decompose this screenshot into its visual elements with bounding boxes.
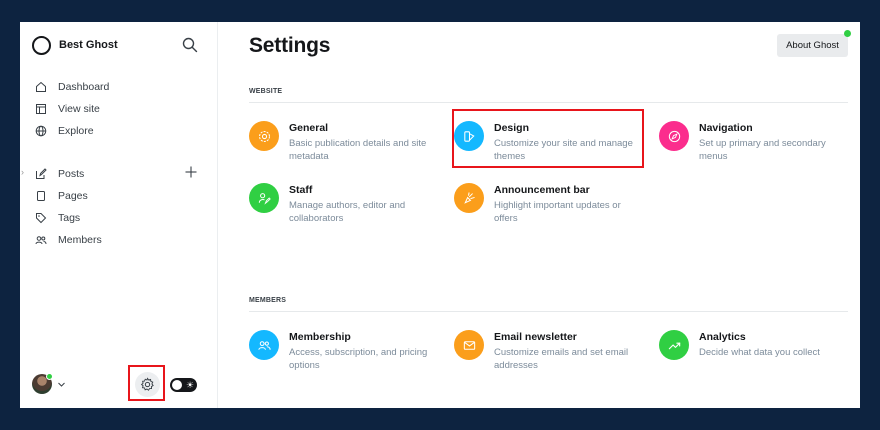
- tile-description: Set up primary and secondary menus: [699, 138, 826, 162]
- sidebar: Best Ghost Dashboard View site Explore ›…: [20, 22, 218, 408]
- page-icon: [37, 191, 45, 201]
- settings-tile-announcement-bar[interactable]: Announcement bar Highlight important upd…: [454, 183, 644, 225]
- compass-icon: [659, 121, 689, 151]
- tag-icon: [36, 213, 47, 224]
- settings-tile-analytics[interactable]: Analytics Decide what data you collect: [659, 330, 849, 360]
- settings-tile-general[interactable]: General Basic publication details and si…: [249, 121, 439, 163]
- settings-tile-membership[interactable]: Membership Access, subscription, and pri…: [249, 330, 439, 372]
- tile-title: Email newsletter: [494, 331, 577, 343]
- pencil-icon: [36, 168, 47, 179]
- settings-tile-navigation[interactable]: Navigation Set up primary and secondary …: [659, 121, 849, 163]
- section-divider: [249, 102, 848, 103]
- staff-icon: [249, 183, 279, 213]
- site-logo-icon: [32, 35, 51, 55]
- about-ghost-button[interactable]: About Ghost: [777, 34, 848, 57]
- tile-description: Customize emails and set email addresses: [494, 347, 629, 371]
- tile-title: Navigation: [699, 122, 753, 134]
- user-menu[interactable]: [32, 373, 66, 394]
- search-icon[interactable]: [181, 36, 199, 54]
- tile-title: Announcement bar: [494, 184, 590, 196]
- design-highlight-box: [452, 109, 644, 168]
- tile-title: Analytics: [699, 331, 746, 343]
- globe-icon: [35, 125, 47, 137]
- add-post-icon[interactable]: [184, 165, 198, 179]
- sidebar-item-label: View site: [58, 103, 100, 115]
- sidebar-item-label: Explore: [58, 125, 94, 137]
- app-window: Best Ghost Dashboard View site Explore ›…: [20, 22, 860, 408]
- toggle-knob: [172, 380, 182, 390]
- chevron-down-icon: [58, 382, 65, 387]
- envelope-icon: [454, 330, 484, 360]
- sidebar-item-label: Tags: [58, 212, 81, 224]
- site-brand[interactable]: Best Ghost: [32, 35, 118, 55]
- tile-title: General: [289, 122, 329, 134]
- settings-highlight-box: [128, 365, 165, 401]
- sidebar-item-dashboard[interactable]: Dashboard: [35, 79, 109, 95]
- sidebar-item-explore[interactable]: Explore: [35, 123, 94, 139]
- tile-description: Manage authors, editor and collaborators: [289, 200, 406, 224]
- membership-icon: [249, 330, 279, 360]
- settings-tile-staff[interactable]: Staff Manage authors, editor and collabo…: [249, 183, 439, 225]
- sidebar-item-tags[interactable]: Tags: [35, 210, 80, 226]
- site-name: Best Ghost: [59, 39, 118, 51]
- gear-icon: [249, 121, 279, 151]
- tile-title: Membership: [289, 331, 351, 343]
- section-label-website: WEBSITE: [249, 88, 283, 95]
- sidebar-item-label: Posts: [58, 168, 85, 180]
- tile-description: Access, subscription, and pricing option…: [289, 347, 428, 371]
- dark-mode-toggle[interactable]: ☀: [170, 378, 197, 392]
- update-indicator-dot: [844, 30, 851, 37]
- tile-title: Staff: [289, 184, 313, 196]
- section-divider: [249, 311, 848, 312]
- trend-icon: [659, 330, 689, 360]
- sidebar-item-label: Dashboard: [58, 81, 110, 93]
- members-icon: [35, 236, 47, 245]
- sidebar-item-view-site[interactable]: View site: [35, 101, 100, 117]
- tile-description: Highlight important updates or offers: [494, 200, 621, 224]
- sidebar-item-posts[interactable]: Posts: [35, 166, 84, 182]
- sidebar-item-members[interactable]: Members: [35, 232, 102, 248]
- window-icon: [36, 104, 46, 114]
- settings-tile-email-newsletter[interactable]: Email newsletter Customize emails and se…: [454, 330, 644, 372]
- tile-description: Decide what data you collect: [699, 347, 820, 358]
- sidebar-item-label: Members: [58, 234, 102, 246]
- sun-icon: ☀: [185, 380, 194, 390]
- home-icon: [36, 81, 46, 92]
- sidebar-item-pages[interactable]: Pages: [35, 188, 88, 204]
- online-status-dot: [46, 373, 53, 380]
- chevron-right-icon[interactable]: ›: [21, 167, 24, 177]
- avatar: [32, 373, 53, 394]
- megaphone-icon: [454, 183, 484, 213]
- tile-description: Basic publication details and site metad…: [289, 138, 427, 162]
- sidebar-item-label: Pages: [58, 190, 88, 202]
- section-label-members: MEMBERS: [249, 297, 287, 304]
- page-title: Settings: [249, 34, 331, 57]
